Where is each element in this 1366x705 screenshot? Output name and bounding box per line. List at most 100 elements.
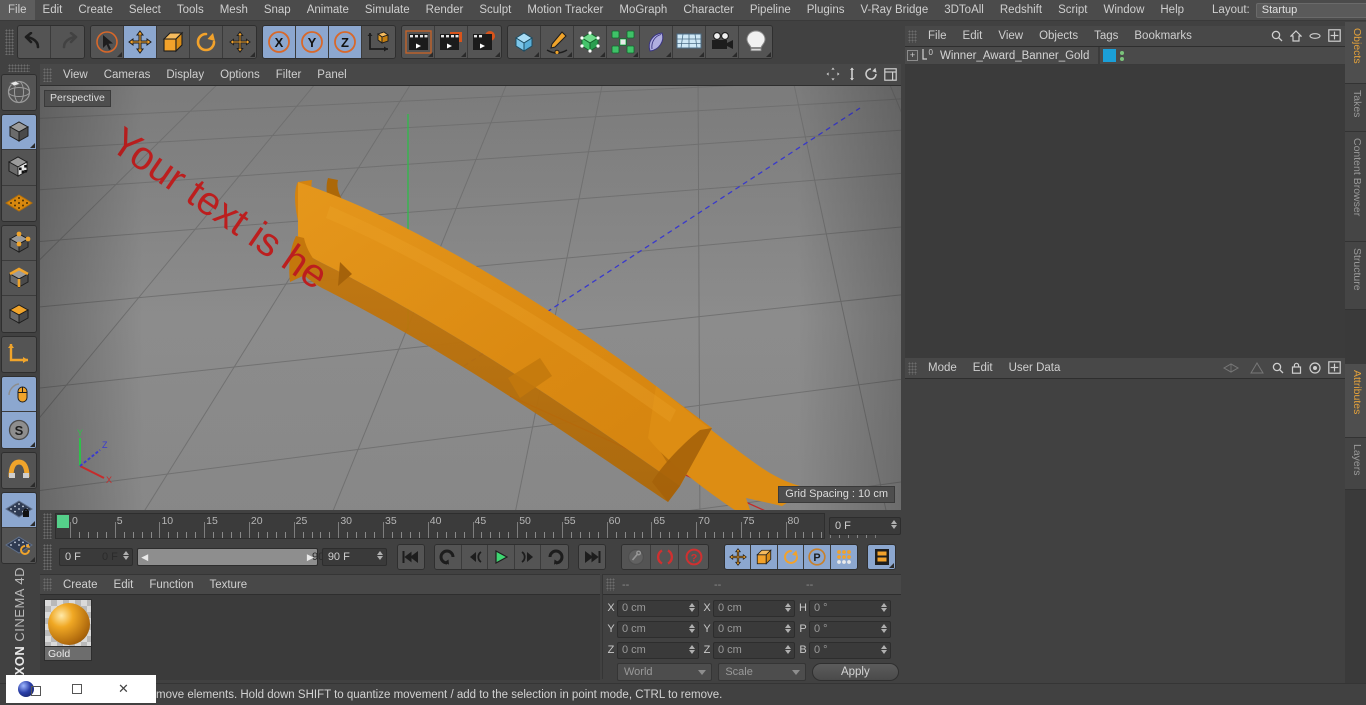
render-to-picture-viewer-icon[interactable] — [435, 25, 468, 58]
viewport-menu-cameras[interactable]: Cameras — [96, 69, 159, 81]
left-toolbar-grip[interactable] — [8, 64, 30, 72]
target-icon[interactable] — [1309, 361, 1321, 379]
object-menu-view[interactable]: View — [990, 30, 1031, 42]
model-mode-icon[interactable] — [2, 114, 36, 151]
timeline-end-field[interactable]: 90 F — [321, 548, 387, 566]
coord-field-rot-h[interactable]: 0 ° — [809, 599, 891, 617]
camera-icon[interactable] — [706, 25, 739, 58]
minimize-panel-icon[interactable] — [1309, 29, 1321, 47]
menu-item-mograph[interactable]: MoGraph — [611, 0, 675, 20]
material-menu-edit[interactable]: Edit — [106, 579, 142, 591]
menu-item-animate[interactable]: Animate — [299, 0, 357, 20]
menu-item-window[interactable]: Window — [1095, 0, 1152, 20]
material-list[interactable]: Gold — [40, 595, 600, 680]
spinner-icon[interactable] — [785, 623, 791, 633]
viewport-menu-panel[interactable]: Panel — [309, 69, 354, 81]
record-scale-icon[interactable] — [751, 545, 778, 569]
viewport-solo-icon[interactable] — [2, 376, 36, 413]
menu-item-tools[interactable]: Tools — [169, 0, 212, 20]
object-manager-grip[interactable] — [908, 29, 917, 43]
range-left-arrow-icon[interactable]: ◀ — [141, 552, 148, 563]
spline-pen-icon[interactable] — [541, 25, 574, 58]
coord-field-size-y[interactable]: 0 cm — [713, 620, 795, 638]
home-icon[interactable] — [1289, 29, 1303, 47]
menu-item-plugins[interactable]: Plugins — [799, 0, 853, 20]
zoom-view-icon[interactable] — [846, 67, 858, 86]
material-thumbnail[interactable] — [44, 599, 92, 647]
viewport-menu-display[interactable]: Display — [158, 69, 212, 81]
menu-item-select[interactable]: Select — [121, 0, 169, 20]
menu-item-pipeline[interactable]: Pipeline — [742, 0, 799, 20]
menu-item-render[interactable]: Render — [418, 0, 472, 20]
menu-item-help[interactable]: Help — [1152, 0, 1192, 20]
spinner-icon[interactable] — [689, 602, 695, 612]
menu-item-sculpt[interactable]: Sculpt — [471, 0, 519, 20]
transport-grip[interactable] — [43, 544, 52, 570]
generator-icon[interactable] — [574, 25, 607, 58]
material-menu-function[interactable]: Function — [141, 579, 201, 591]
close-icon[interactable]: ✕ — [100, 676, 147, 702]
tab-takes[interactable]: Takes — [1345, 84, 1366, 132]
attribute-menu-mode[interactable]: Mode — [920, 362, 965, 374]
menu-item-motion-tracker[interactable]: Motion Tracker — [519, 0, 611, 20]
timeline-grip[interactable] — [43, 513, 52, 539]
viewport-menu-options[interactable]: Options — [212, 69, 268, 81]
polygons-mode-icon[interactable] — [2, 296, 36, 332]
lock-icon[interactable] — [1291, 361, 1302, 379]
coord-field-pos-z[interactable]: 0 cm — [617, 641, 699, 659]
object-menu-objects[interactable]: Objects — [1031, 30, 1086, 42]
next-attribute-icon[interactable] — [1249, 361, 1265, 379]
menu-item-script[interactable]: Script — [1050, 0, 1095, 20]
layout-select[interactable]: Startup — [1255, 2, 1366, 18]
previous-key-icon[interactable] — [435, 545, 462, 569]
magnet-snap-icon[interactable] — [2, 452, 36, 488]
mograph-cloner-icon[interactable] — [607, 25, 640, 58]
go-to-start-icon[interactable] — [397, 545, 425, 569]
viewport-grip[interactable] — [43, 67, 52, 82]
move-duplicate-icon[interactable] — [223, 25, 256, 58]
timeline-start-field[interactable]: 0 F — [59, 548, 134, 566]
tab-content-browser[interactable]: Content Browser — [1345, 132, 1366, 242]
spinner-icon[interactable] — [785, 602, 791, 612]
scale-icon[interactable] — [157, 25, 190, 58]
live-selection-icon[interactable] — [91, 25, 124, 58]
texture-mode-icon[interactable] — [2, 150, 36, 186]
attribute-menu-edit[interactable]: Edit — [965, 362, 1001, 374]
go-to-end-icon[interactable] — [578, 545, 606, 569]
attribute-manager-body[interactable] — [905, 379, 1345, 688]
timeline-playhead[interactable] — [57, 515, 69, 528]
spinner-icon[interactable] — [689, 644, 695, 654]
object-menu-edit[interactable]: Edit — [955, 30, 991, 42]
menu-item-create[interactable]: Create — [70, 0, 121, 20]
material-tag-icon[interactable] — [1103, 49, 1116, 62]
material-item[interactable]: Gold — [44, 599, 92, 661]
apply-button[interactable]: Apply — [811, 663, 900, 681]
spinner-icon[interactable] — [376, 551, 383, 560]
tab-structure[interactable]: Structure — [1345, 242, 1366, 310]
points-mode-icon[interactable] — [2, 225, 36, 262]
rotate-view-icon[interactable] — [864, 67, 878, 86]
material-menu-texture[interactable]: Texture — [201, 579, 255, 591]
render-settings-icon[interactable] — [468, 25, 501, 58]
material-manager-grip[interactable] — [43, 578, 52, 591]
coord-field-rot-p[interactable]: 0 ° — [809, 620, 891, 638]
workplane-rotate-icon[interactable] — [2, 528, 36, 564]
workplane-lock-icon[interactable] — [2, 492, 36, 529]
soft-selection-icon[interactable]: S — [2, 412, 36, 448]
visibility-dots-icon[interactable] — [1120, 50, 1124, 61]
world-object-axis-icon[interactable] — [362, 25, 395, 58]
make-editable-icon[interactable] — [2, 74, 36, 110]
menu-item-3dtoall[interactable]: 3DToAll — [936, 0, 992, 20]
keyframe-selection-icon[interactable]: ? — [679, 545, 708, 569]
menu-item-mesh[interactable]: Mesh — [212, 0, 256, 20]
pan-view-icon[interactable] — [826, 67, 840, 86]
enable-axis-icon[interactable] — [2, 336, 36, 372]
x-axis-icon[interactable]: X — [263, 25, 296, 58]
current-frame-field[interactable]: 0 F — [829, 517, 901, 535]
scene-environment-icon[interactable] — [673, 25, 706, 58]
expand-panel-icon[interactable] — [1328, 361, 1341, 379]
viewport-menu-filter[interactable]: Filter — [268, 69, 310, 81]
spinner-icon[interactable] — [881, 644, 887, 654]
spinner-icon[interactable] — [689, 623, 695, 633]
search-icon[interactable] — [1271, 29, 1283, 47]
